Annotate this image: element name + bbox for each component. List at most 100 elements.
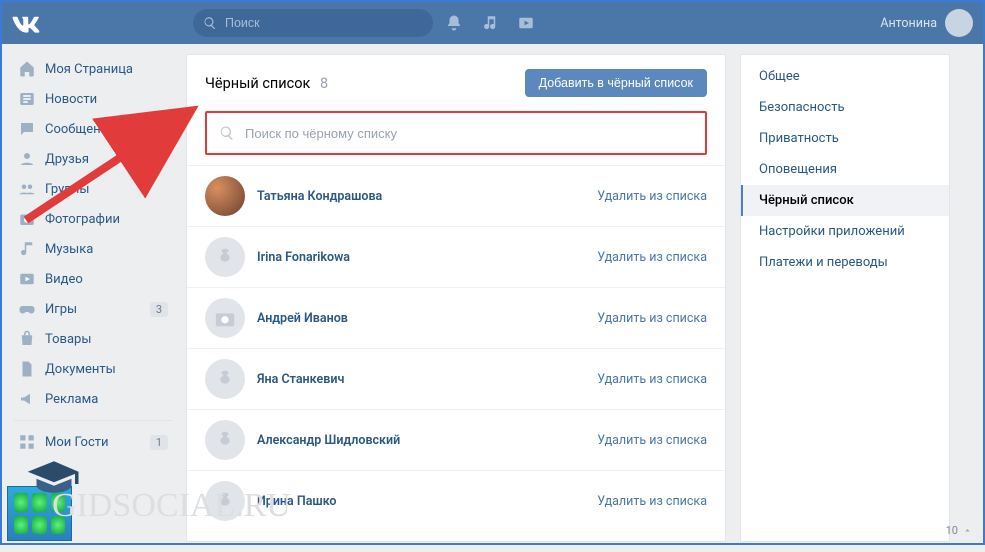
blacklist-row: Irina Fonarikowa Удалить из списка (187, 226, 725, 287)
avatar-placeholder-icon (205, 420, 245, 460)
title-count: 8 (320, 75, 328, 92)
main-header: Чёрный список 8 Добавить в чёрный список (187, 55, 725, 111)
nav-label: Группы (45, 182, 89, 197)
blacklist-row: Александр Шидловский Удалить из списка (187, 409, 725, 470)
news-icon (18, 90, 36, 108)
blacklist-row: Андрей Иванов Удалить из списка (187, 287, 725, 348)
settings-tab[interactable]: Настройки приложений (741, 216, 949, 247)
settings-tab[interactable]: Платежи и переводы (741, 247, 949, 278)
avatar-placeholder-icon (205, 237, 245, 277)
nav-badge: 1 (150, 435, 168, 450)
remove-link[interactable]: Удалить из списка (597, 250, 707, 265)
nav-label: Мои Гости (45, 435, 109, 450)
top-icons (445, 14, 535, 32)
remove-link[interactable]: Удалить из списка (597, 311, 707, 326)
gem-icon (14, 493, 28, 512)
nav-label: Игры (45, 302, 77, 317)
user-name[interactable]: Андрей Иванов (257, 311, 348, 326)
title-text: Чёрный список (205, 75, 310, 92)
nav-home[interactable]: Моя Страница (12, 54, 172, 84)
right-nav: ОбщееБезопасностьПриватностьОповещенияЧё… (740, 54, 950, 542)
ads-icon (18, 390, 36, 408)
nav-label: Видео (45, 272, 83, 287)
nav-label: Фотографии (45, 212, 120, 227)
footer-count[interactable]: 10 (946, 524, 973, 537)
page-title: Чёрный список 8 (205, 75, 328, 92)
search-input[interactable] (225, 16, 386, 30)
video-icon (18, 270, 36, 288)
nav-groups[interactable]: Группы (12, 174, 172, 204)
nav-label: Новости (45, 92, 97, 107)
docs-icon (18, 360, 36, 378)
settings-tab[interactable]: Приватность (741, 123, 949, 154)
user-name[interactable]: Яна Станкевич (257, 372, 344, 387)
nav-badge: 3 (150, 302, 168, 317)
nav-friends[interactable]: Друзья (12, 144, 172, 174)
search-icon (219, 125, 235, 141)
nav-market[interactable]: Товары (12, 324, 172, 354)
settings-tab[interactable]: Общее (741, 61, 949, 92)
nav-docs[interactable]: Документы (12, 354, 172, 384)
search-icon (203, 16, 217, 30)
nav-label: Товары (45, 332, 91, 347)
watermark: GIDSOCIAL.RU (52, 487, 291, 525)
remove-link[interactable]: Удалить из списка (597, 494, 707, 509)
settings-tab[interactable]: Безопасность (741, 92, 949, 123)
remove-link[interactable]: Удалить из списка (597, 189, 707, 204)
topbar: Антонина (2, 2, 983, 44)
bell-icon[interactable] (445, 14, 463, 32)
filter-box[interactable] (205, 111, 707, 155)
user-name[interactable]: Irina Fonarikowa (257, 250, 350, 265)
nav-music[interactable]: Музыка (12, 234, 172, 264)
nav-label: Реклама (45, 392, 98, 407)
settings-tab[interactable]: Чёрный список (741, 185, 949, 216)
username: Антонина (880, 16, 937, 31)
vk-logo-icon[interactable] (12, 9, 40, 37)
filter-input[interactable] (245, 126, 693, 141)
play-icon[interactable] (517, 14, 535, 32)
games-icon (18, 300, 36, 318)
chevron-up-icon (962, 525, 973, 536)
nav-label: Музыка (45, 242, 93, 257)
search-box[interactable] (193, 9, 433, 37)
nav-guests[interactable]: Мои Гости 1 (12, 427, 172, 457)
market-icon (18, 330, 36, 348)
nav-news[interactable]: Новости (12, 84, 172, 114)
avatar-placeholder-icon (205, 298, 245, 338)
add-to-blacklist-button[interactable]: Добавить в чёрный список (525, 69, 707, 97)
nav-ads[interactable]: Реклама (12, 384, 172, 414)
gem-icon (14, 516, 28, 535)
nav-label: Друзья (45, 152, 89, 167)
blacklist-row: Яна Станкевич Удалить из списка (187, 348, 725, 409)
gem-icon (32, 493, 46, 512)
user-menu[interactable]: Антонина (880, 9, 973, 37)
nav-label: Сообщения (45, 122, 115, 137)
nav-badge: 1 (150, 122, 168, 137)
nav-video[interactable]: Видео (12, 264, 172, 294)
avatar-icon (945, 9, 973, 37)
groups-icon (18, 180, 36, 198)
music-icon[interactable] (481, 14, 499, 32)
nav-chat[interactable]: Сообщения 1 (12, 114, 172, 144)
main-panel: Чёрный список 8 Добавить в чёрный список… (186, 54, 726, 542)
nav-photo[interactable]: Фотографии (12, 204, 172, 234)
chat-icon (18, 120, 36, 138)
nav-label: Моя Страница (45, 62, 133, 77)
settings-tab[interactable]: Оповещения (741, 154, 949, 185)
remove-link[interactable]: Удалить из списка (597, 372, 707, 387)
user-name[interactable]: Александр Шидловский (257, 433, 400, 448)
avatar-placeholder-icon (205, 359, 245, 399)
gem-icon (32, 516, 46, 535)
grid-icon (18, 433, 36, 451)
user-name[interactable]: Татьяна Кондрашова (257, 189, 382, 204)
nav-games[interactable]: Игры 3 (12, 294, 172, 324)
photo-icon (18, 210, 36, 228)
avatar-icon (205, 176, 245, 216)
music-icon (18, 240, 36, 258)
remove-link[interactable]: Удалить из списка (597, 433, 707, 448)
footer-count-value: 10 (946, 524, 958, 537)
friends-icon (18, 150, 36, 168)
home-icon (18, 60, 36, 78)
nav-label: Документы (45, 362, 116, 377)
blacklist-row: Татьяна Кондрашова Удалить из списка (187, 165, 725, 226)
